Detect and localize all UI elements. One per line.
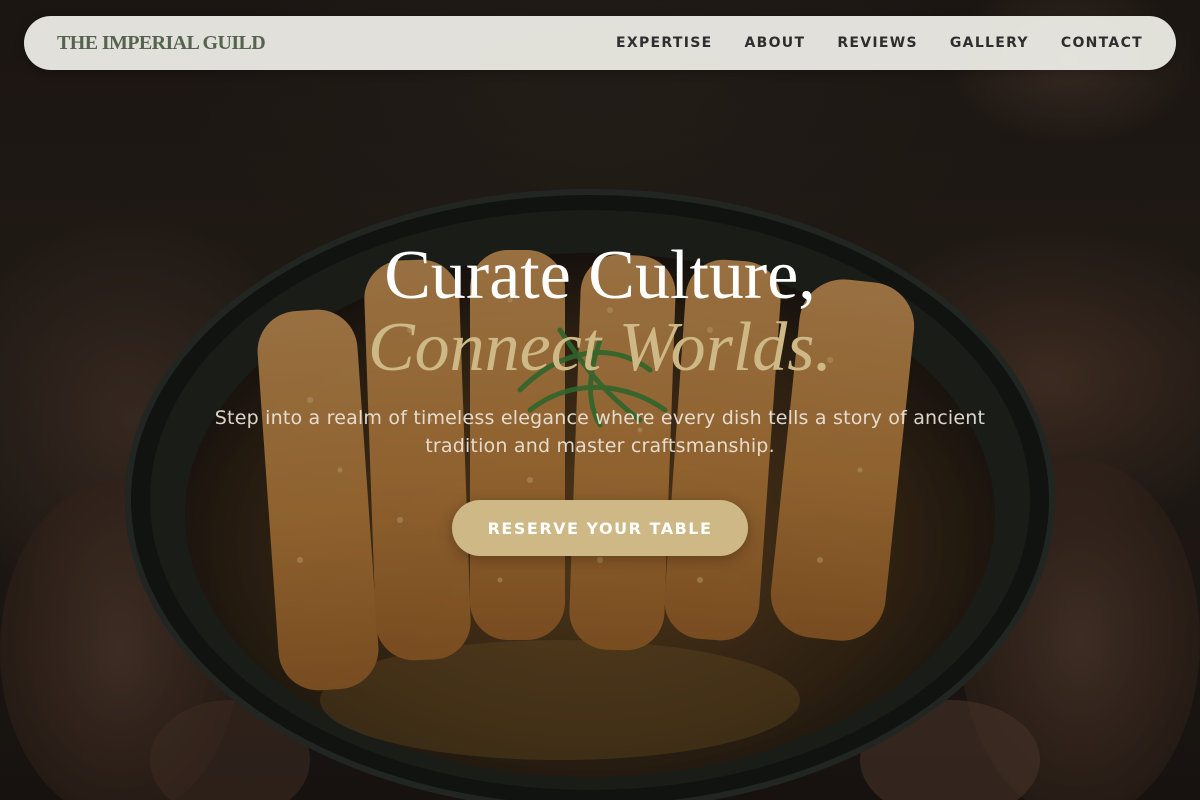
nav-link-reviews[interactable]: REVIEWS <box>837 35 918 51</box>
top-navbar: THE IMPERIAL GUILD EXPERTISE ABOUT REVIE… <box>24 16 1176 70</box>
hero-content: Curate Culture, Connect Worlds. Step int… <box>0 236 1200 556</box>
headline-line-1: Curate Culture, <box>384 237 816 314</box>
reserve-table-button[interactable]: RESERVE YOUR TABLE <box>452 500 748 556</box>
nav-link-gallery[interactable]: GALLERY <box>950 35 1029 51</box>
headline-line-2: Connect Worlds. <box>367 309 833 386</box>
nav-link-contact[interactable]: CONTACT <box>1061 35 1143 51</box>
nav-link-expertise[interactable]: EXPERTISE <box>616 35 712 51</box>
hero-headline: Curate Culture, Connect Worlds. <box>0 236 1200 386</box>
nav-link-about[interactable]: ABOUT <box>744 35 805 51</box>
hero-subtitle: Step into a realm of timeless elegance w… <box>214 407 986 457</box>
hero-section: THE IMPERIAL GUILD EXPERTISE ABOUT REVIE… <box>0 0 1200 800</box>
brand-logo[interactable]: THE IMPERIAL GUILD <box>57 32 266 55</box>
nav-links: EXPERTISE ABOUT REVIEWS GALLERY CONTACT <box>616 35 1143 51</box>
